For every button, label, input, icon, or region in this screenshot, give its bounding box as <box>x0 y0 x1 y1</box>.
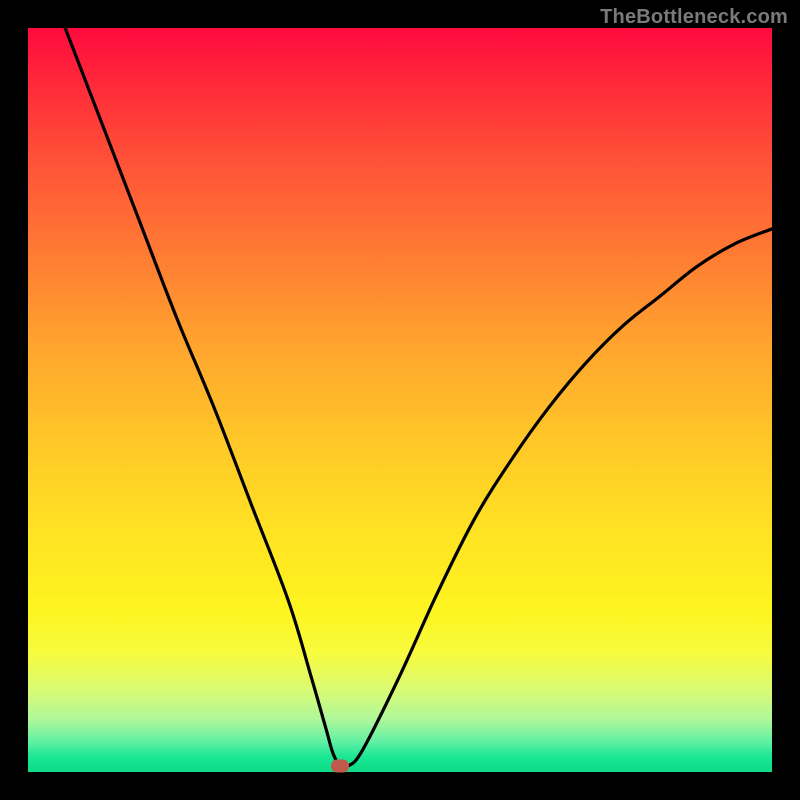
curve-line <box>65 28 772 768</box>
watermark-text: TheBottleneck.com <box>600 6 788 29</box>
min-point-marker <box>331 760 349 773</box>
plot-area <box>28 28 772 772</box>
chart-container: TheBottleneck.com <box>0 0 800 800</box>
curve-svg <box>28 28 772 772</box>
